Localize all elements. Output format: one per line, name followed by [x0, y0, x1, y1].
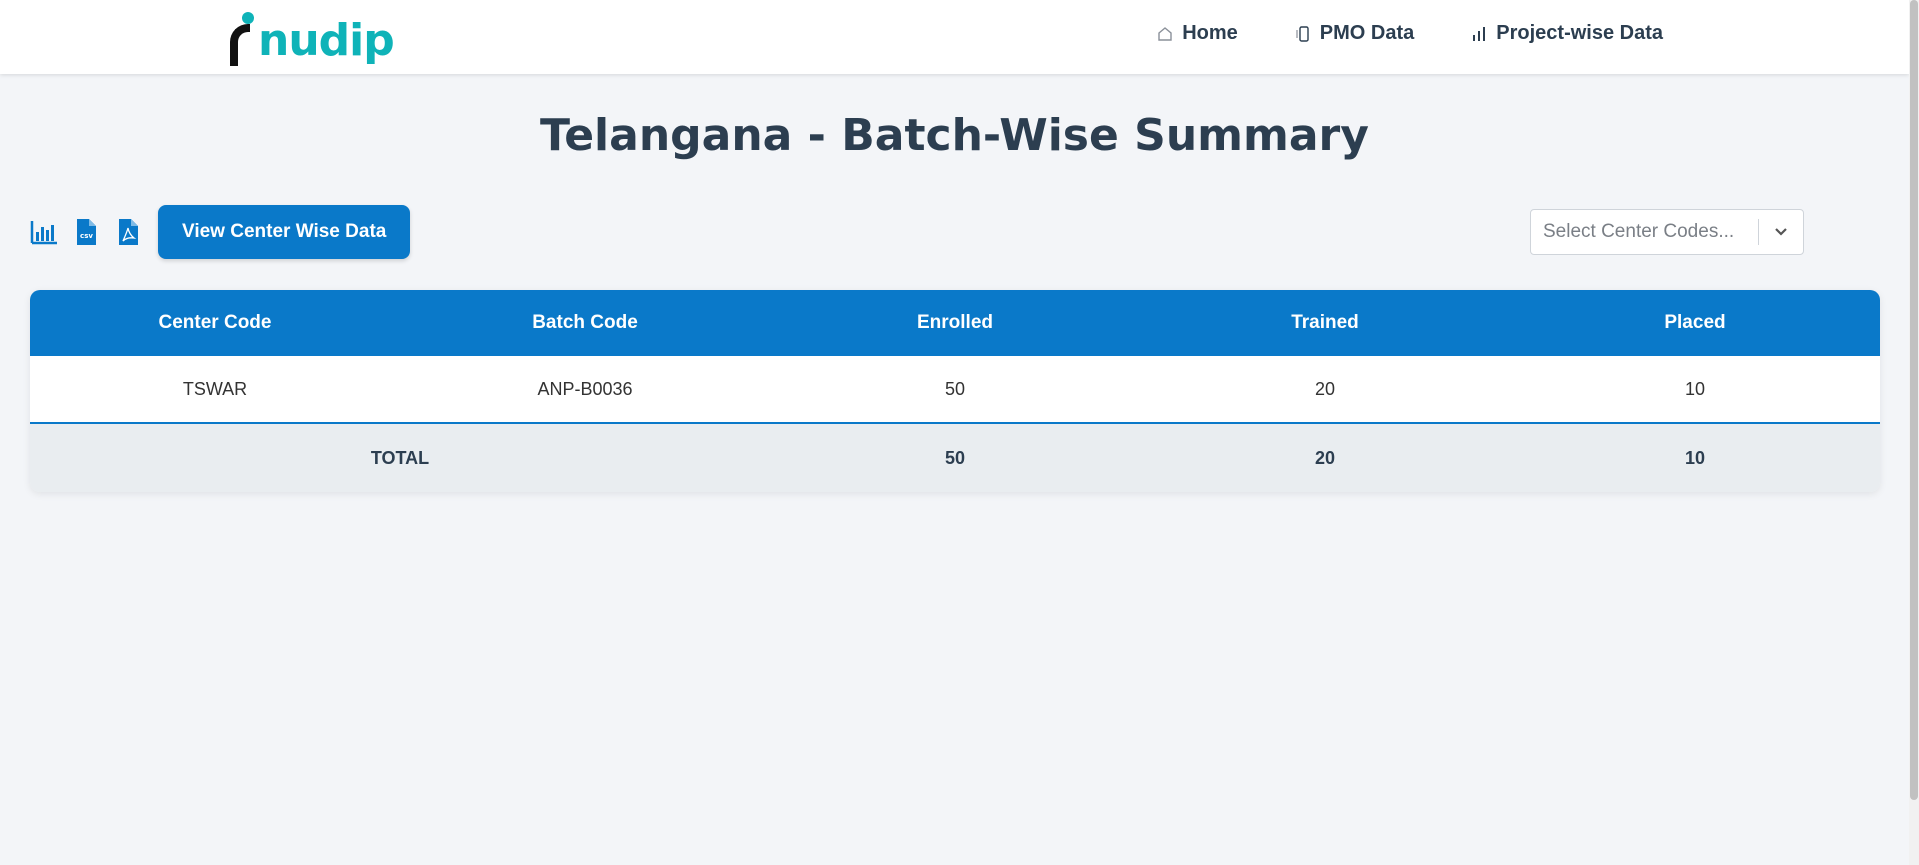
cell-trained: 20 [1314, 378, 1336, 399]
cell-batch-code: ANP-B0036 [537, 378, 633, 399]
total-label: TOTAL [370, 447, 430, 468]
phone-icon [1296, 25, 1309, 42]
pdf-file-icon[interactable] [114, 218, 142, 246]
nav-project-label: Project-wise Data [1496, 22, 1663, 44]
nav-project-wise-data[interactable]: Project-wise Data [1470, 22, 1663, 45]
logo-dot [242, 12, 254, 24]
total-trained: 20 [1314, 447, 1336, 468]
nav-home[interactable]: Home [1156, 22, 1238, 45]
cell-placed: 10 [1684, 378, 1706, 399]
page-title: Telangana - Batch-Wise Summary [540, 110, 1369, 161]
header-placed[interactable]: Placed [1510, 312, 1880, 334]
header-center-code[interactable]: Center Code [30, 312, 400, 334]
chevron-down-icon[interactable] [1759, 210, 1803, 254]
center-codes-select[interactable]: Select Center Codes... [1530, 209, 1804, 255]
svg-text:csv: csv [80, 232, 93, 240]
total-placed: 10 [1684, 447, 1706, 468]
scrollbar-thumb[interactable] [1910, 0, 1918, 800]
header-enrolled[interactable]: Enrolled [770, 312, 1140, 334]
nav-home-label: Home [1182, 22, 1238, 44]
logo-mark [228, 10, 256, 66]
table-header: Center Code Batch Code Enrolled Trained … [30, 290, 1880, 356]
table-total-row: TOTAL 50 20 10 [30, 424, 1880, 492]
logo-text: nudip [258, 15, 395, 66]
header-trained[interactable]: Trained [1140, 312, 1510, 334]
view-center-wise-data-button[interactable]: View Center Wise Data [158, 205, 411, 259]
bar-chart-icon [1473, 26, 1486, 41]
select-placeholder: Select Center Codes... [1543, 221, 1735, 242]
nav-pmo-label: PMO Data [1319, 22, 1415, 44]
csv-file-icon[interactable]: csv [72, 218, 100, 246]
logo-arc [230, 24, 250, 66]
anudip-logo[interactable]: nudip [228, 6, 395, 66]
main-nav: Home PMO Data Project-wise Data [1156, 22, 1663, 45]
nav-pmo-data[interactable]: PMO Data [1294, 22, 1414, 45]
cell-enrolled: 50 [944, 378, 966, 399]
vertical-scrollbar[interactable] [1909, 0, 1919, 865]
total-enrolled: 50 [944, 447, 966, 468]
top-header: nudip Home PMO Data Project-wise Data [0, 0, 1909, 74]
toolbar: csv View Center Wise Data [30, 205, 411, 259]
cell-center-code: TSWAR [182, 378, 248, 399]
header-batch-code[interactable]: Batch Code [400, 312, 770, 334]
batch-summary-table: Center Code Batch Code Enrolled Trained … [30, 290, 1880, 492]
home-icon [1158, 26, 1172, 41]
table-row: TSWAR ANP-B0036 50 20 10 [30, 356, 1880, 424]
chart-icon[interactable] [30, 218, 58, 246]
